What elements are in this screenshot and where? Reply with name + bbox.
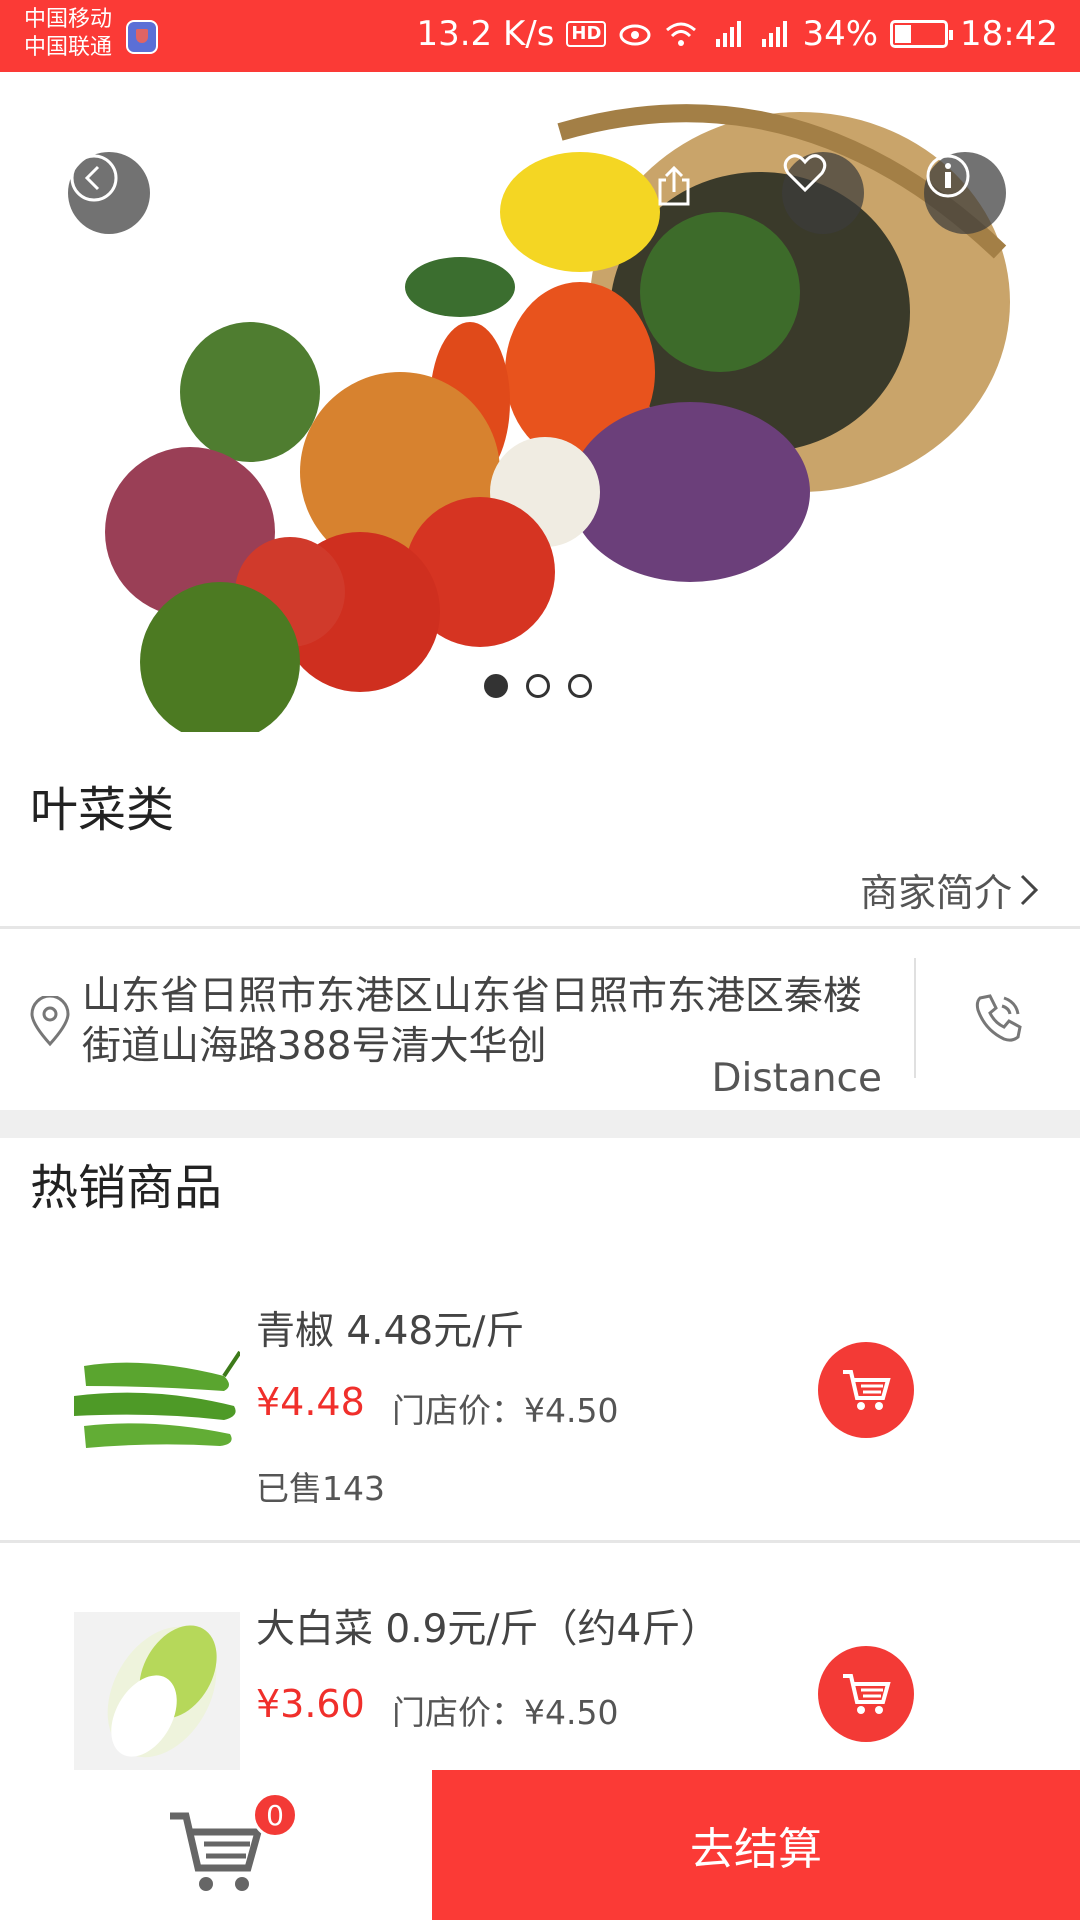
carousel-indicators	[484, 674, 592, 698]
security-shield-icon	[126, 20, 158, 54]
wifi-icon	[666, 22, 697, 46]
share-button[interactable]	[652, 164, 712, 224]
carousel-dot-3[interactable]	[568, 674, 592, 698]
phone-call-icon[interactable]	[970, 990, 1026, 1046]
back-button[interactable]	[68, 152, 150, 234]
hot-products-title: 热销商品	[30, 1160, 223, 1216]
hero-carousel[interactable]	[0, 72, 1080, 732]
carrier-2: 中国联通	[24, 35, 113, 60]
heart-icon	[783, 154, 827, 193]
location-pin-icon	[30, 996, 70, 1047]
green-pepper-image	[74, 1316, 240, 1476]
category-title: 叶菜类	[30, 782, 175, 838]
product-name: 青椒 4.48元/斤	[256, 1309, 525, 1354]
divider	[0, 1540, 1080, 1543]
chinese-cabbage-image	[74, 1612, 240, 1772]
network-speed: 13.2 K/s	[416, 14, 555, 54]
battery-percent: 34%	[802, 14, 879, 54]
carrier-1: 中国移动	[24, 7, 113, 32]
info-icon	[926, 154, 970, 198]
vegetable-basket-image	[105, 104, 1010, 732]
vertical-divider	[914, 958, 916, 1078]
divider	[0, 926, 1080, 929]
store-intro-label: 商家简介	[859, 871, 1012, 915]
add-to-cart-button[interactable]	[818, 1646, 914, 1742]
section-separator	[0, 1110, 1080, 1138]
chevron-right-icon	[1020, 874, 1039, 905]
product-price: ¥3.60	[256, 1682, 365, 1726]
product-price: ¥4.48	[256, 1380, 365, 1424]
store-price: 门店价：¥4.50	[392, 1693, 619, 1732]
store-price: 门店价：¥4.50	[392, 1391, 619, 1430]
eye-icon	[619, 24, 651, 46]
signal-3g-icon	[762, 21, 788, 47]
carousel-dot-1[interactable]	[484, 674, 508, 698]
status-bar: 中国移动 中国联通 13.2 K/s HD 34% 18:42	[0, 0, 1080, 72]
battery-icon	[890, 20, 954, 48]
bottom-bar: 0 去结算	[0, 1770, 1080, 1920]
share-icon	[658, 165, 690, 206]
sold-count: 已售143	[256, 1469, 385, 1508]
checkout-button[interactable]: 去结算	[432, 1770, 1080, 1920]
carrier-info: 中国移动 中国联通	[24, 6, 112, 62]
cart-count-badge: 0	[252, 1792, 298, 1838]
shopping-cart-icon[interactable]	[166, 1806, 266, 1896]
product-name: 大白菜 0.9元/斤（约4斤）	[256, 1607, 720, 1652]
cart-icon	[843, 1370, 891, 1410]
hd-icon: HD	[566, 21, 607, 47]
store-intro-link[interactable]: 商家简介	[860, 862, 1040, 917]
signal-4g-icon	[716, 21, 742, 47]
info-button[interactable]	[924, 152, 1006, 234]
cart-icon	[843, 1674, 891, 1714]
chevron-left-icon	[70, 154, 118, 202]
distance-label: Distance	[711, 1056, 882, 1101]
add-to-cart-button[interactable]	[818, 1342, 914, 1438]
clock: 18:42	[960, 14, 1058, 54]
favorite-button[interactable]	[782, 152, 864, 234]
carousel-dot-2[interactable]	[526, 674, 550, 698]
status-indicators: 13.2 K/s HD 34% 18:42	[416, 14, 1058, 54]
